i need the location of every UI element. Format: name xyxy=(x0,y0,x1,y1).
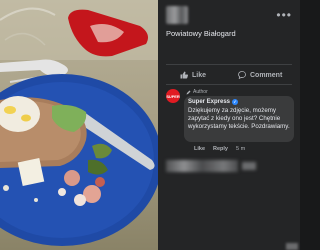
comment-author[interactable]: Super Express ✓ xyxy=(188,99,239,105)
avatar-logo-text: SUPER xyxy=(166,93,180,99)
blurred-author-avatar xyxy=(166,6,188,24)
comment-like-link[interactable]: Like xyxy=(194,146,205,152)
more-horizontal-icon[interactable]: ••• xyxy=(276,9,292,21)
comment-bubble: Super Express ✓ Dziękujemy za zdjęcie, m… xyxy=(184,96,294,142)
comment-button[interactable]: Comment xyxy=(238,68,282,82)
photo-illustration xyxy=(0,0,158,246)
comment-text: Dziękujemy za zdjęcie, możemy zapytać z … xyxy=(188,107,290,131)
like-label: Like xyxy=(192,71,207,79)
author-badge-label: Author xyxy=(193,89,208,95)
like-button[interactable]: Like xyxy=(180,68,206,82)
thumbs-up-icon xyxy=(180,71,188,79)
blurred-element xyxy=(286,243,298,250)
comment-actions: Like Reply 5 m xyxy=(194,146,245,152)
super-express-avatar[interactable]: SUPER xyxy=(166,89,180,103)
divider xyxy=(166,84,292,85)
pencil-icon xyxy=(186,90,191,94)
facebook-post-panel: ••• Powiatowy Białogard Like Comment SUP… xyxy=(158,0,300,250)
post-actions: Like Comment xyxy=(166,68,292,82)
post-header: ••• xyxy=(166,6,292,24)
comment-author-name: Super Express xyxy=(188,99,231,105)
blurred-reply xyxy=(166,160,238,172)
post-caption: Powiatowy Białogard xyxy=(166,29,236,38)
blurred-reply-detail xyxy=(242,162,256,170)
post-photo[interactable] xyxy=(0,0,158,250)
author-badge: Author xyxy=(186,89,208,95)
comment-bubble-icon xyxy=(238,71,246,79)
comment-timestamp[interactable]: 5 m xyxy=(236,146,245,152)
verified-badge-icon: ✓ xyxy=(232,99,239,105)
comment-reply-link[interactable]: Reply xyxy=(213,146,228,152)
comment-label: Comment xyxy=(250,71,283,79)
divider xyxy=(166,64,292,65)
